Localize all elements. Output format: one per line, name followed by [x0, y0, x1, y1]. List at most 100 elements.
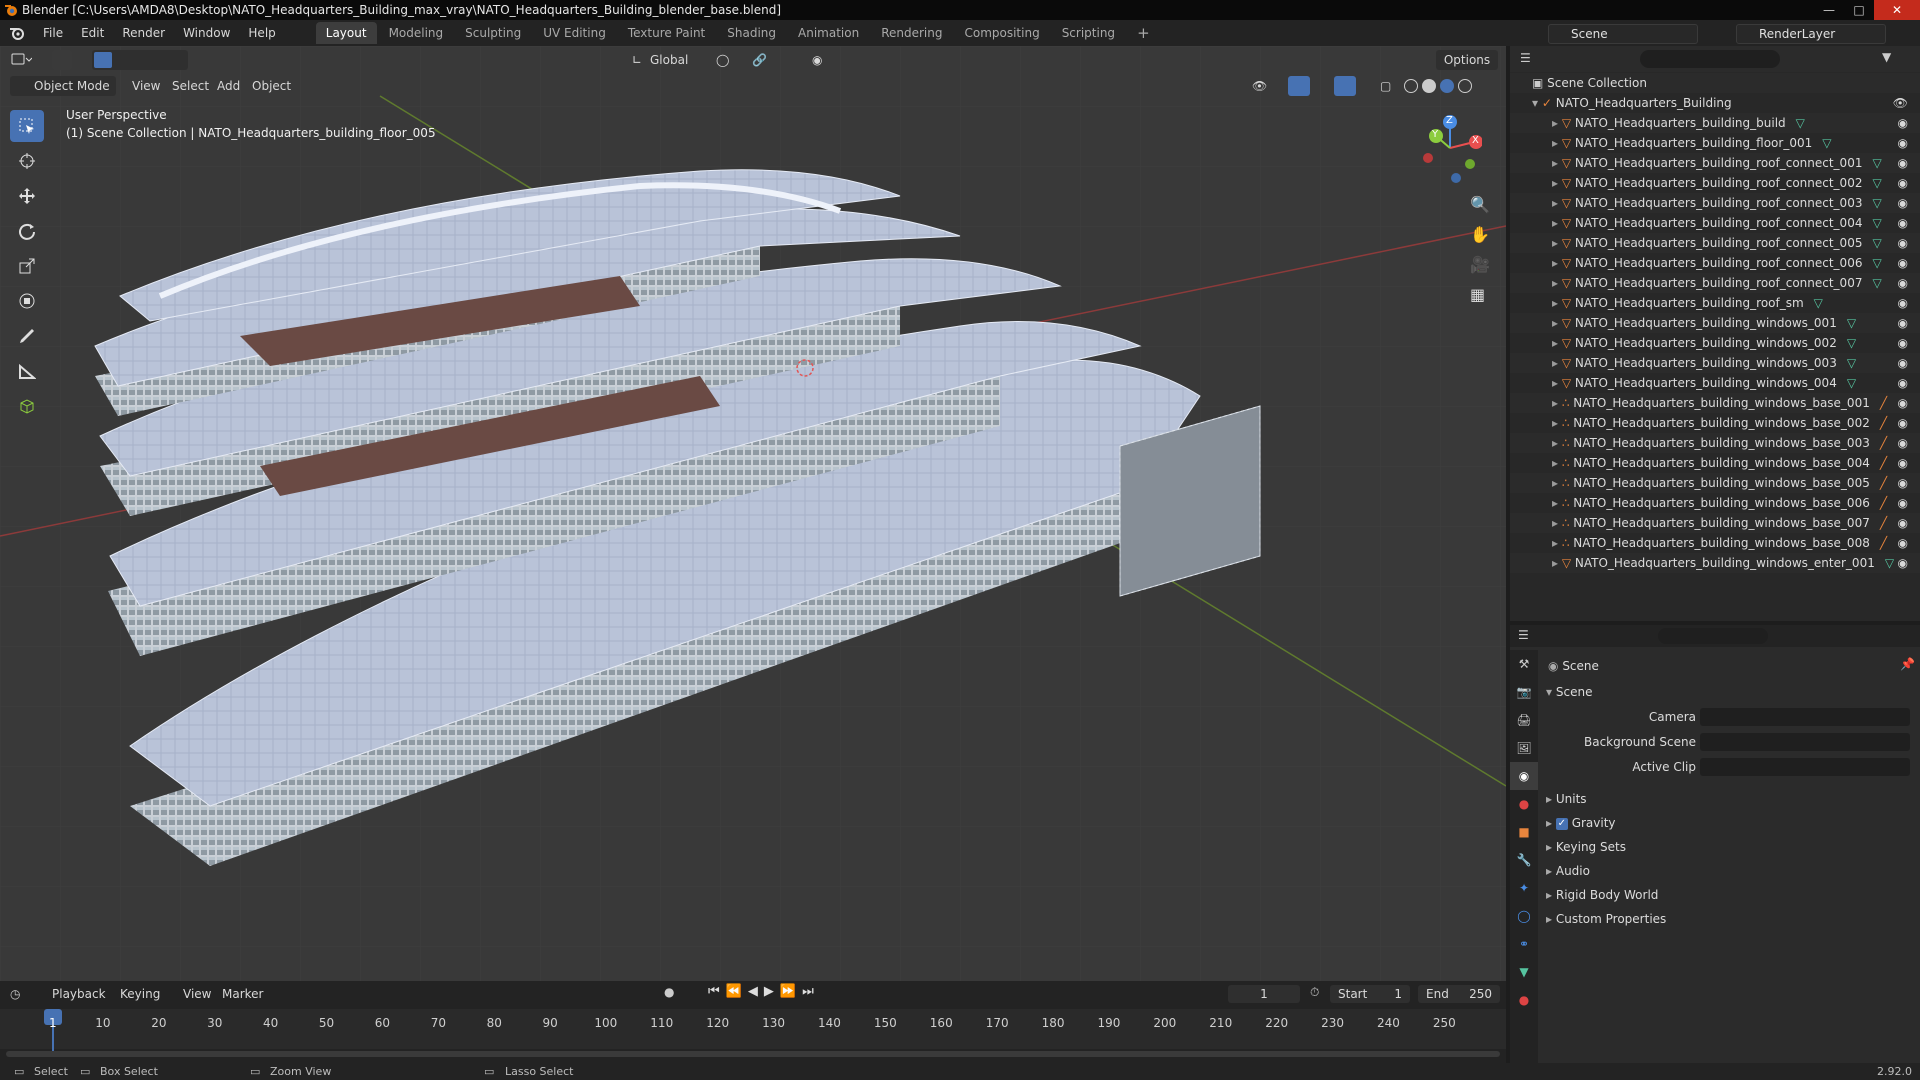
curve-data-icon[interactable]: ╱ — [1880, 496, 1887, 510]
outliner-item-row[interactable]: ▸ ▽ NATO_Headquarters_building_roof_conn… — [1510, 193, 1920, 213]
eye-icon[interactable]: ◉ — [1898, 453, 1908, 473]
eye-icon[interactable]: ◉ — [1898, 293, 1908, 313]
scene-panel-header[interactable]: ▾ Scene — [1546, 681, 1592, 703]
rendered-shading-icon[interactable] — [1458, 79, 1472, 93]
eye-icon[interactable]: ◉ — [1898, 473, 1908, 493]
outliner-item-row[interactable]: ▸ ▽ NATO_Headquarters_building_roof_conn… — [1510, 213, 1920, 233]
eye-icon[interactable]: ◉ — [1898, 493, 1908, 513]
outliner-item-row[interactable]: ▸ ▽ NATO_Headquarters_building_windows_0… — [1510, 353, 1920, 373]
pin-icon[interactable]: 📌 — [1900, 657, 1915, 671]
timeline-scrollbar[interactable] — [6, 1051, 1500, 1057]
solid-shading-icon[interactable] — [1422, 79, 1436, 93]
neg-x-axis-icon[interactable] — [1423, 153, 1433, 163]
timeline-menu-playback[interactable]: Playback — [52, 987, 106, 1001]
output-tab-icon[interactable]: 🖨 — [1510, 706, 1538, 734]
curve-data-icon[interactable]: ╱ — [1880, 536, 1887, 550]
eye-icon[interactable]: ◉ — [1898, 533, 1908, 553]
end-frame-field[interactable]: End 250 — [1418, 985, 1500, 1003]
tab-rendering[interactable]: Rendering — [871, 22, 952, 44]
eye-icon[interactable]: ◉ — [1898, 173, 1908, 193]
outliner-item-row[interactable]: ▸ ∴ NATO_Headquarters_building_windows_b… — [1510, 453, 1920, 473]
timeline-menu-marker[interactable]: Marker — [222, 987, 263, 1001]
custom-properties-section[interactable]: ▸ Custom Properties — [1546, 908, 1666, 930]
expand-arrow-icon[interactable]: ▸ — [1552, 116, 1562, 130]
add-cube-tool-icon[interactable] — [10, 390, 44, 422]
eye-icon[interactable]: ◉ — [1898, 253, 1908, 273]
camera-field[interactable] — [1700, 708, 1910, 726]
tab-scripting[interactable]: Scripting — [1052, 22, 1125, 44]
outliner-search-input[interactable] — [1640, 50, 1780, 68]
expand-arrow-icon[interactable]: ▸ — [1552, 256, 1562, 270]
scene-tab-icon[interactable]: ◉ — [1510, 762, 1538, 790]
tab-sculpting[interactable]: Sculpting — [455, 22, 531, 44]
annotate-tool-icon[interactable] — [10, 320, 44, 352]
overlay-toggle-icon[interactable] — [1334, 76, 1356, 96]
eye-icon[interactable]: ◉ — [1898, 113, 1908, 133]
tab-uv-editing[interactable]: UV Editing — [533, 22, 616, 44]
material-tab-icon[interactable]: ● — [1510, 986, 1538, 1014]
units-section[interactable]: ▸ Units — [1546, 788, 1587, 810]
mesh-data-icon[interactable]: ▽ — [1872, 196, 1881, 210]
select-box-tool-icon[interactable] — [10, 110, 44, 142]
tab-compositing[interactable]: Compositing — [954, 22, 1049, 44]
menu-view[interactable]: View — [132, 76, 160, 96]
expand-arrow-icon[interactable]: ▸ — [1552, 316, 1562, 330]
mesh-data-icon[interactable]: ▽ — [1872, 216, 1881, 230]
outliner-item-row[interactable]: ▸ ∴ NATO_Headquarters_building_windows_b… — [1510, 473, 1920, 493]
gravity-checkbox[interactable]: ✓ — [1555, 817, 1568, 830]
rotate-tool-icon[interactable] — [10, 215, 44, 247]
mode-dropdown[interactable]: Object Mode — [10, 76, 116, 96]
stopwatch-icon[interactable]: ⏱ — [1310, 985, 1319, 1000]
audio-section[interactable]: ▸ Audio — [1546, 860, 1590, 882]
transform-tool-icon[interactable] — [10, 285, 44, 317]
snap-icon[interactable]: 🔗 — [752, 50, 767, 70]
physics-tab-icon[interactable]: ◯ — [1510, 902, 1538, 930]
eye-icon[interactable]: ◉ — [1898, 193, 1908, 213]
active-clip-field[interactable] — [1700, 758, 1910, 776]
select-tool-toggle[interactable] — [52, 50, 72, 70]
neg-z-axis-icon[interactable] — [1451, 173, 1461, 183]
view-layer-tab-icon[interactable]: 🖼 — [1510, 734, 1538, 762]
playback-controls[interactable]: ⏮⏪◀▶⏩⏭ — [708, 984, 820, 999]
eye-icon[interactable]: ◉ — [1898, 273, 1908, 293]
neg-y-axis-icon[interactable] — [1465, 159, 1475, 169]
eye-icon[interactable]: ◉ — [1898, 513, 1908, 533]
eye-icon[interactable]: ◉ — [1898, 313, 1908, 333]
proportional-edit-icon[interactable]: ◉ — [812, 50, 822, 70]
menu-render[interactable]: Render — [113, 20, 174, 46]
camera-view-icon[interactable]: 🎥 — [1470, 255, 1498, 285]
eye-icon[interactable]: ◉ — [1898, 153, 1908, 173]
scale-tool-icon[interactable] — [10, 250, 44, 282]
pan-hand-icon[interactable]: ✋ — [1470, 225, 1498, 255]
expand-arrow-icon[interactable]: ▸ — [1552, 416, 1562, 430]
background-scene-field[interactable] — [1700, 733, 1910, 751]
mesh-data-icon[interactable]: ▽ — [1872, 176, 1881, 190]
particles-tab-icon[interactable]: ✦ — [1510, 874, 1538, 902]
cursor-tool-icon[interactable] — [10, 145, 44, 177]
mesh-data-icon[interactable]: ▽ — [1822, 136, 1831, 150]
outliner-item-row[interactable]: ▸ ∴ NATO_Headquarters_building_windows_b… — [1510, 393, 1920, 413]
curve-data-icon[interactable]: ╱ — [1880, 456, 1887, 470]
properties-search-input[interactable] — [1658, 628, 1768, 644]
transform-orientation-dropdown[interactable]: Global — [650, 50, 712, 70]
menu-add[interactable]: Add — [217, 76, 240, 96]
keying-sets-section[interactable]: ▸ Keying Sets — [1546, 836, 1626, 858]
constraints-tab-icon[interactable]: ⚭ — [1510, 930, 1538, 958]
outliner-item-row[interactable]: ▸ ▽ NATO_Headquarters_building_roof_conn… — [1510, 233, 1920, 253]
eye-icon[interactable]: 👁 — [1893, 93, 1908, 113]
timeline-menu-keying[interactable]: Keying — [120, 987, 160, 1001]
outliner-item-row[interactable]: ▸ ∴ NATO_Headquarters_building_windows_b… — [1510, 513, 1920, 533]
eye-icon[interactable]: ◉ — [1898, 433, 1908, 453]
3d-viewport[interactable] — [0, 46, 1506, 981]
minimize-button[interactable]: — — [1814, 0, 1844, 20]
editor-type-icon[interactable] — [10, 50, 38, 70]
eye-icon[interactable]: ◉ — [1898, 373, 1908, 393]
tab-layout[interactable]: Layout — [315, 22, 377, 44]
filter-icon[interactable]: ▼ — [1882, 50, 1891, 64]
tab-texture-paint[interactable]: Texture Paint — [618, 22, 715, 44]
record-icon[interactable]: ● — [664, 985, 674, 999]
expand-arrow-icon[interactable]: ▸ — [1552, 516, 1562, 530]
outliner-item-row[interactable]: ▸ ▽ NATO_Headquarters_building_windows_0… — [1510, 313, 1920, 333]
menu-object[interactable]: Object — [252, 76, 291, 96]
shading-modes[interactable] — [1404, 76, 1488, 96]
